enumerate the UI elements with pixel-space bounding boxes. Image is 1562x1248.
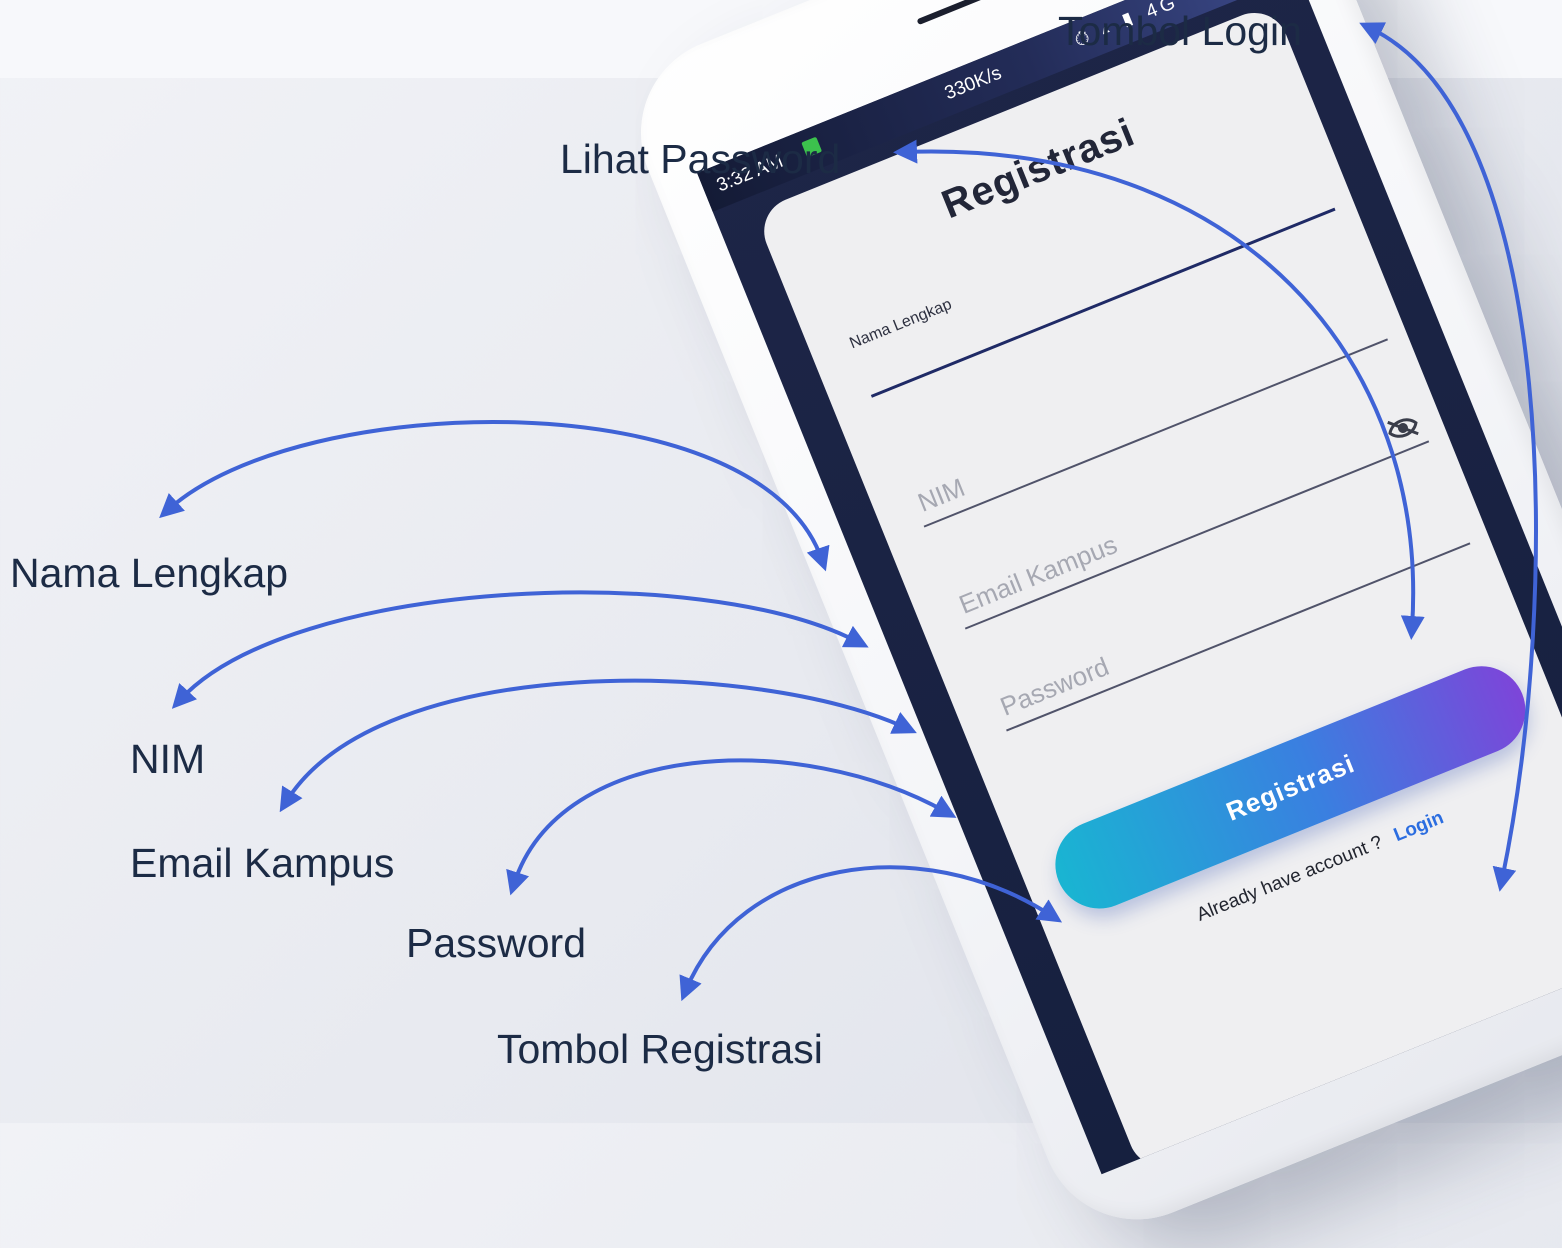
annotation-tombol-registrasi: Tombol Registrasi xyxy=(497,1026,823,1072)
registration-card: Registrasi Nama Lengkap NIM Email Kampus… xyxy=(753,2,1562,1175)
annotation-password: Password xyxy=(406,920,587,966)
annotation-nim: NIM xyxy=(130,736,206,782)
form-title: Registrasi xyxy=(935,110,1141,228)
arrow-nim xyxy=(171,590,869,709)
annotation-nama-lengkap: Nama Lengkap xyxy=(10,550,289,596)
arrow-email-kampus xyxy=(279,678,917,813)
login-link[interactable]: Login xyxy=(1391,807,1447,846)
arrow-password xyxy=(506,758,957,896)
annotation-tombol-login: Tombol Login xyxy=(1058,8,1302,54)
annotation-lihat-password: Lihat Password xyxy=(560,136,841,182)
network-speed: 330K/s xyxy=(941,62,1005,105)
arrow-nama-lengkap xyxy=(159,420,830,572)
annotation-email-kampus: Email Kampus xyxy=(130,840,395,886)
phone-speaker xyxy=(916,0,1021,26)
